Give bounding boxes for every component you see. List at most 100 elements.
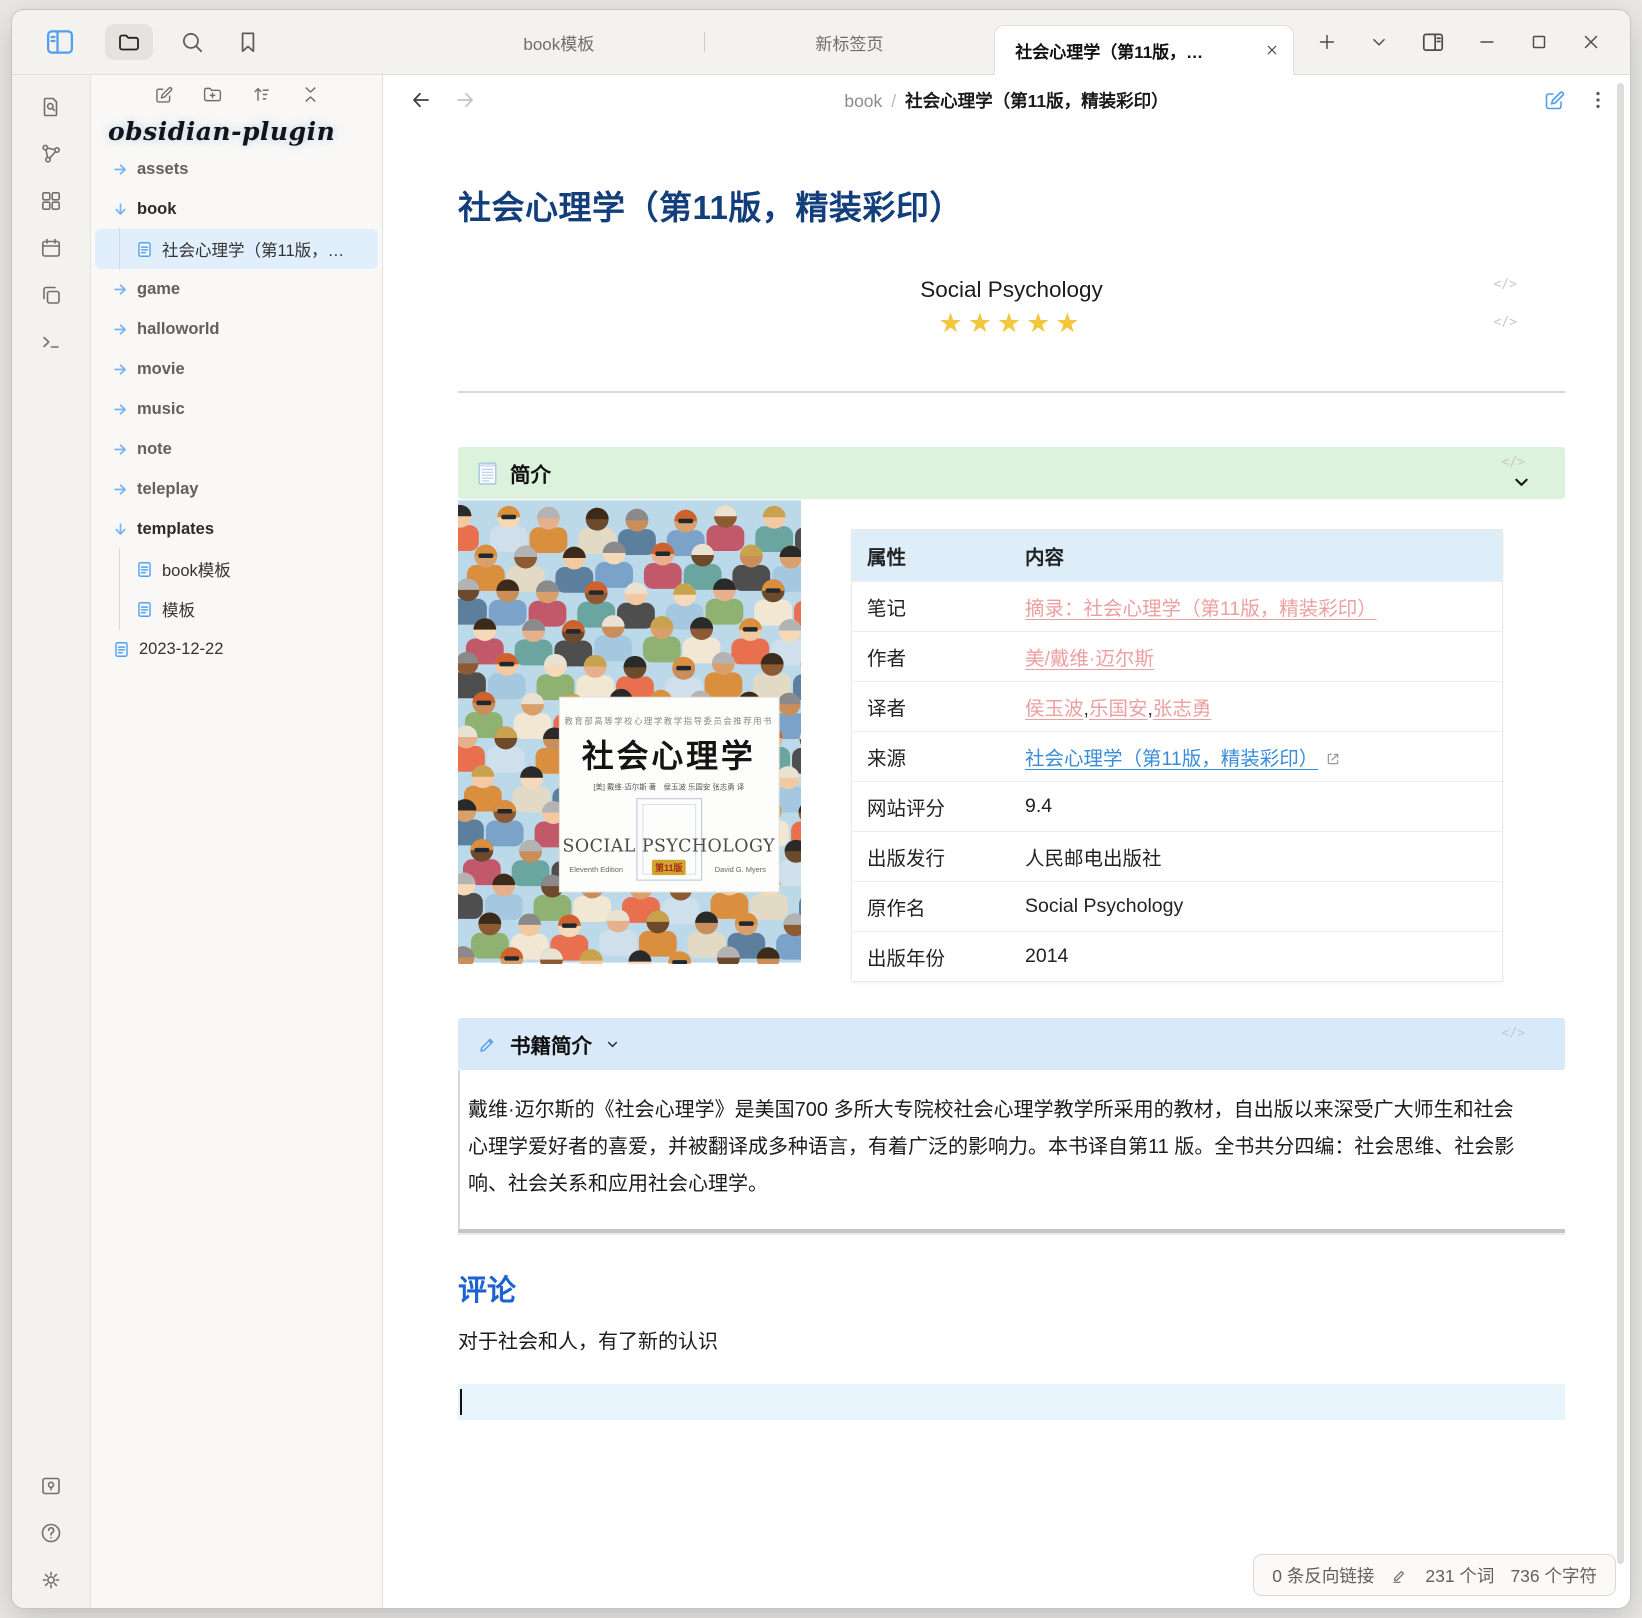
backlinks-count[interactable]: 0 条反向链接: [1272, 1563, 1374, 1588]
edit-code-block-icon[interactable]: </>: [1502, 1026, 1525, 1041]
translator-link[interactable]: 张志勇: [1153, 698, 1212, 720]
arrow-right-icon: [112, 281, 129, 298]
breadcrumb-folder[interactable]: book: [844, 91, 882, 111]
status-bar: 0 条反向链接 231 个词 736 个字符: [1253, 1554, 1616, 1596]
file-icon: [112, 640, 131, 659]
source-link[interactable]: 社会心理学（第11版，精装彩印）: [1025, 748, 1318, 770]
sidebar-item-halloworld[interactable]: halloworld: [95, 309, 378, 349]
fold-chevron-icon[interactable]: [606, 1038, 619, 1051]
svg-text:David G. Myers: David G. Myers: [715, 865, 767, 874]
folder-icon: [117, 30, 141, 54]
book-intro-callout-header[interactable]: 书籍简介 </>: [458, 1018, 1565, 1070]
maximize-icon[interactable]: [1528, 31, 1550, 53]
edit-mode-icon[interactable]: [1542, 88, 1566, 112]
author-link[interactable]: 美/戴维·迈尔斯: [1025, 648, 1154, 670]
table-row: 来源 社会心理学（第11版，精装彩印）: [852, 732, 1503, 782]
char-count[interactable]: 736 个字符: [1510, 1563, 1597, 1588]
tab-book-template[interactable]: book模板: [414, 10, 704, 74]
bookmark-icon[interactable]: [235, 29, 261, 55]
forward-icon[interactable]: [453, 88, 477, 112]
quick-switcher-icon[interactable]: [39, 95, 63, 119]
table-header-property: 属性: [852, 530, 1011, 582]
minimize-icon[interactable]: [1476, 31, 1498, 53]
note-link[interactable]: 摘录：社会心理学（第11版，精装彩印）: [1025, 598, 1377, 620]
rating-stars: ★★★★★: [458, 308, 1565, 339]
svg-text:教育部高等学校心理学教学指导委员会推荐用书: 教育部高等学校心理学教学指导委员会推荐用书: [565, 716, 774, 726]
breadcrumb-separator: /: [891, 91, 896, 111]
translator-link[interactable]: 侯玉波: [1025, 698, 1084, 720]
book-cover-image: 教育部高等学校心理学教学指导委员会推荐用书 社会心理学 [美] 戴维·迈尔斯 著…: [458, 499, 801, 964]
split-pane-icon[interactable]: [1420, 29, 1446, 55]
close-window-icon[interactable]: [1580, 31, 1602, 53]
new-note-icon[interactable]: [153, 84, 174, 105]
sidebar-item-note[interactable]: note: [95, 429, 378, 469]
explorer-toolbar: [91, 79, 382, 109]
sidebar-item-music[interactable]: music: [95, 389, 378, 429]
tab-list-chevron-icon[interactable]: [1368, 31, 1390, 53]
graph-view-icon[interactable]: [39, 142, 63, 166]
thick-horizontal-rule: [458, 1229, 1565, 1233]
window-controls: [1294, 10, 1630, 74]
collapse-callout-chevron-icon[interactable]: [1512, 473, 1531, 492]
sort-icon[interactable]: [251, 84, 272, 105]
sidebar-item-daily-note[interactable]: 2023-12-22: [95, 629, 378, 669]
svg-text:Eleventh Edition: Eleventh Edition: [569, 865, 623, 874]
sidebar-item-templates[interactable]: templates: [95, 509, 378, 549]
word-count[interactable]: 231 个词: [1425, 1563, 1494, 1588]
indent-guide: [119, 588, 120, 630]
settings-gear-icon[interactable]: [39, 1568, 63, 1592]
terminal-icon[interactable]: [39, 330, 63, 354]
editor-actions: [1542, 88, 1608, 112]
table-row: 出版年份 2014: [852, 932, 1503, 982]
sidebar-item-teleplay[interactable]: teleplay: [95, 469, 378, 509]
canvas-grid-icon[interactable]: [39, 189, 63, 213]
back-icon[interactable]: [409, 88, 433, 112]
search-icon[interactable]: [179, 29, 205, 55]
new-folder-icon[interactable]: [202, 84, 223, 105]
file-icon: [135, 600, 154, 619]
scrollbar[interactable]: [1617, 83, 1624, 1564]
arrow-right-icon: [112, 361, 129, 378]
edit-code-block-icon[interactable]: </>: [1494, 277, 1517, 292]
sidebar-item-note-selected[interactable]: 社会心理学（第11版，…: [95, 229, 378, 269]
translator-link[interactable]: 乐国安: [1089, 698, 1148, 720]
left-rail: [12, 75, 91, 1608]
table-row: 出版发行 人民邮电出版社: [852, 832, 1503, 882]
tab-close-icon[interactable]: [1263, 41, 1281, 59]
help-icon[interactable]: [39, 1521, 63, 1545]
files-tab-button[interactable]: [105, 24, 153, 60]
edit-code-block-icon[interactable]: </>: [1494, 315, 1517, 330]
empty-code-block[interactable]: [458, 1384, 1565, 1420]
book-intro-callout-title: 书籍简介: [510, 1029, 592, 1059]
sidebar-item-movie[interactable]: movie: [95, 349, 378, 389]
nav-history: [409, 88, 477, 112]
table-header-content: 内容: [1010, 530, 1503, 582]
breadcrumb-title: 社会心理学（第11版，精装彩印）: [905, 91, 1169, 111]
properties-table-wrap: 属性 内容 笔记 摘录：社会心理学（第11版，精装彩印） 作: [851, 529, 1503, 982]
vault-name[interactable]: obsidian-plugin: [108, 117, 382, 146]
editor-pane: book / 社会心理学（第11版，精装彩印） 社会心理学（第11版，精装彩印） S…: [383, 75, 1630, 1608]
sidebar-item-game[interactable]: game: [95, 269, 378, 309]
more-options-icon[interactable]: [1588, 89, 1608, 111]
intro-callout-header[interactable]: 简介 </>: [458, 447, 1565, 499]
note-content: 社会心理学（第11版，精装彩印） Social Psychology ★★★★★…: [383, 125, 1630, 1608]
edit-code-block-icon[interactable]: </>: [1502, 455, 1525, 470]
external-link-icon[interactable]: [1325, 751, 1341, 767]
sidebar-item-book[interactable]: book: [95, 189, 378, 229]
indent-guide: [119, 548, 120, 590]
sidebar-item-template[interactable]: 模板: [95, 589, 378, 629]
edit-pencil-icon[interactable]: [1390, 1566, 1409, 1585]
collapse-all-icon[interactable]: [300, 84, 321, 105]
arrow-down-icon: [112, 521, 129, 538]
intro-callout-body: 教育部高等学校心理学教学指导委员会推荐用书 社会心理学 [美] 戴维·迈尔斯 著…: [458, 499, 1565, 982]
sidebar-item-book-template[interactable]: book模板: [95, 549, 378, 589]
tab-new[interactable]: 新标签页: [705, 10, 995, 74]
sidebar-toggle-icon[interactable]: [45, 27, 75, 57]
new-tab-icon[interactable]: [1316, 31, 1338, 53]
copy-pages-icon[interactable]: [39, 283, 63, 307]
tab-active-note[interactable]: 社会心理学（第11版，…: [994, 25, 1294, 75]
sidebar-item-assets[interactable]: assets: [95, 149, 378, 189]
main-area: obsidian-plugin assets book 社会心理学（第11版，…: [12, 75, 1630, 1608]
vault-switcher-icon[interactable]: [39, 1474, 63, 1498]
calendar-icon[interactable]: [39, 236, 63, 260]
